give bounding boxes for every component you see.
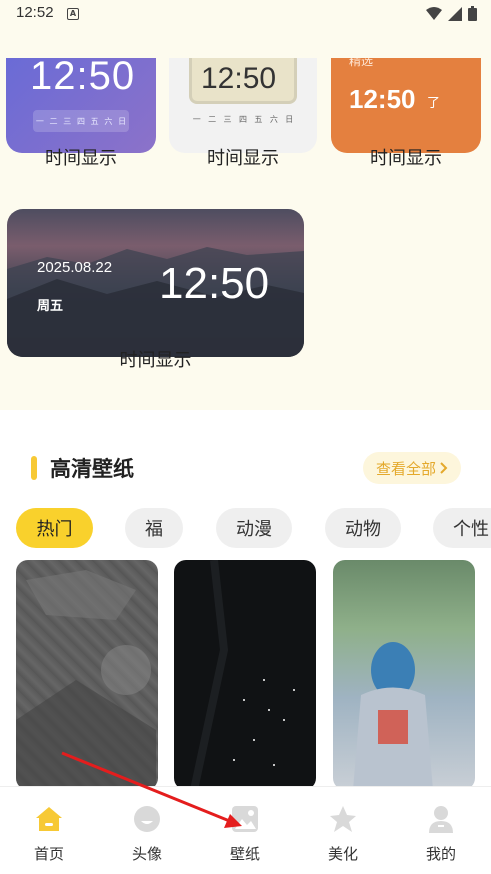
tab-beautify[interactable]: 美化 [294,787,392,874]
beautify-icon [327,803,359,835]
weekday: 五 [90,116,99,126]
weekday: 三 [63,116,72,126]
battery-icon [468,6,477,21]
widget-card[interactable]: 2025.08.22 周五 12:50 [7,209,304,357]
notification-icon: A [67,8,79,20]
tab-label: 头像 [131,845,162,863]
widget-subtitle: 精选 [349,58,374,68]
weekday: 一 [35,116,44,126]
category-animals[interactable]: 动物 [325,508,401,548]
widget-card[interactable]: 12:50 一 二 三 四 五 六 日 [6,58,156,153]
widget-time: 12:50 [201,62,277,95]
widget-weekdays: 一 二 三 四 五 六 日 [189,114,297,125]
avatar-icon [131,803,163,835]
weekday: 日 [285,115,294,124]
wallpaper-thumbnail[interactable] [174,560,316,790]
profile-icon [425,803,457,835]
view-all-label: 查看全部 [375,459,436,478]
widget-time: 12:50 [159,259,270,308]
tab-label: 美化 [327,845,358,863]
widget-card[interactable]: 精选 12:50 了 [331,58,481,153]
widget-time: 12:50 [30,58,136,98]
category-anime[interactable]: 动漫 [216,508,292,548]
weekday: 二 [208,115,217,124]
wallpaper-thumbnail[interactable] [16,560,158,790]
wallpaper-thumbnail[interactable] [333,560,475,790]
status-time: 12:52 [16,4,54,21]
widget-tail: 了 [427,96,441,111]
weekday: 五 [254,115,263,124]
section-accent-bar [31,456,37,480]
widget-label: 时间显示 [207,148,279,169]
category-personality[interactable]: 个性 [433,508,491,548]
widget-time: 12:50 [349,84,416,114]
home-icon [33,803,65,835]
weekday: 二 [49,116,58,126]
category-hot[interactable]: 热门 [16,508,93,548]
weekday: 六 [269,115,278,124]
weekday: 六 [104,116,113,126]
girl-photo-image [353,642,433,790]
weekday: 一 [192,115,201,124]
night-sky-image [190,560,295,790]
weekday: 三 [223,115,232,124]
wifi-icon [426,6,442,20]
comic-pattern-image [16,570,156,790]
weekday: 四 [238,115,247,124]
tab-label: 我的 [425,845,456,863]
widget-card[interactable]: 12:50 一 二 三 四 五 六 日 [169,58,317,153]
widget-weekdays: 一 二 三 四 五 六 日 [33,110,129,132]
tab-home[interactable]: 首页 [0,787,98,874]
bottom-tab-bar: 首页 头像 壁纸 美化 我的 [0,786,491,874]
category-tabs: 热门 福 动漫 动物 个性 [0,508,491,548]
chevron-right-icon [440,462,448,474]
tab-label: 壁纸 [229,845,260,863]
widget-label: 时间显示 [119,350,192,371]
view-all-button[interactable]: 查看全部 [363,452,461,484]
widget-weekday: 周五 [37,299,64,314]
section-title: 高清壁纸 [50,457,134,481]
widget-grid: 12:50 一 二 三 四 五 六 日 时间显示 12:50 一 二 三 四 五… [0,28,491,410]
tab-wallpaper[interactable]: 壁纸 [196,787,294,874]
widget-label: 时间显示 [370,148,442,169]
status-icons [426,6,477,21]
category-fu[interactable]: 福 [125,508,183,548]
tab-profile[interactable]: 我的 [392,787,490,874]
wallpaper-icon [229,803,261,835]
signal-icon [448,6,462,21]
weekday: 日 [118,116,127,126]
status-bar: 12:52 A [0,0,491,28]
widget-date: 2025.08.22 [37,259,113,276]
tab-avatar[interactable]: 头像 [98,787,196,874]
tab-label: 首页 [33,845,64,863]
weekday: 四 [76,116,85,126]
widget-label: 时间显示 [45,148,117,169]
